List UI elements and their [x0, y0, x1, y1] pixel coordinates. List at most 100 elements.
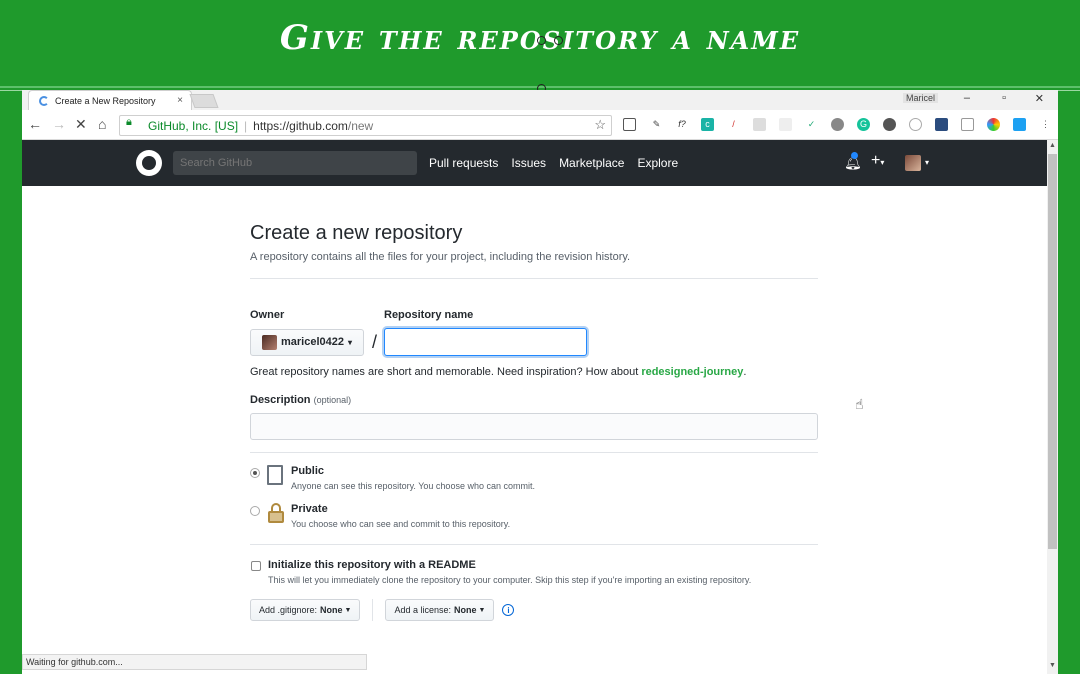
owner-avatar	[262, 334, 277, 350]
visibility-private-option[interactable]: Private You choose who can see and commi…	[250, 503, 818, 529]
info-icon[interactable]: i	[502, 604, 515, 616]
readme-description: This will let you immediately clone the …	[268, 575, 752, 585]
url-host: https://github.com	[253, 118, 348, 133]
create-new-button[interactable]: +▾	[871, 152, 884, 170]
license-value: None	[454, 605, 477, 615]
blank-extension-icon[interactable]	[779, 118, 792, 131]
book-extension-icon[interactable]	[935, 118, 948, 131]
checklist-extension-icon[interactable]: ✓	[805, 118, 818, 131]
stop-loading-icon[interactable]: ✕	[75, 116, 87, 133]
browser-toolbar: ← → ✕ ⌂ 🔒︎ GitHub, Inc. [US] | https://g…	[22, 110, 1058, 140]
nav-issues[interactable]: Issues	[511, 156, 546, 170]
nav-explore[interactable]: Explore	[637, 156, 678, 170]
pen-extension-icon[interactable]: /	[727, 118, 740, 131]
page-title: Create a new repository	[250, 222, 463, 244]
gitignore-dropdown[interactable]: Add .gitignore: None ▼	[250, 599, 361, 621]
maximize-button[interactable]: ▫	[1002, 92, 1006, 104]
description-input[interactable]	[250, 413, 818, 440]
forward-arrow-icon[interactable]: →	[52, 116, 66, 132]
loading-spinner-icon	[39, 95, 49, 106]
divider	[372, 599, 374, 621]
gear-extension-icon[interactable]	[753, 118, 766, 131]
github-logo-icon[interactable]	[136, 150, 162, 176]
divider	[250, 544, 818, 545]
page-subtitle: A repository contains all the files for …	[250, 251, 631, 263]
secure-lock-icon: 🔒︎	[126, 115, 132, 128]
owner-value: maricel0422	[281, 336, 344, 348]
tab-close-icon[interactable]: ×	[177, 95, 183, 106]
name-suggestion-hint: Great repository names are short and mem…	[250, 366, 818, 378]
public-radio[interactable]	[250, 468, 260, 478]
owner-dropdown[interactable]: maricel0422 ▾	[250, 328, 364, 356]
chevron-down-icon: ▾	[880, 158, 885, 167]
grammarly-icon[interactable]: G	[857, 118, 870, 131]
lock-icon	[267, 503, 285, 525]
tab-title: Create a New Repository	[55, 95, 156, 106]
visibility-public-option[interactable]: Public Anyone can see this repository. Y…	[250, 465, 818, 491]
browser-window: Create a New Repository × Maricel – ▫ ✕ …	[22, 90, 1058, 674]
search-input[interactable]	[173, 151, 417, 175]
cloud-extension-icon[interactable]	[1013, 118, 1026, 131]
omnibox-separator: |	[244, 118, 248, 133]
function-extension-icon[interactable]: f?	[674, 118, 690, 131]
unread-indicator	[851, 152, 858, 159]
description-label: Description (optional)	[250, 394, 818, 406]
back-arrow-icon[interactable]: ←	[28, 116, 42, 132]
repository-name-input[interactable]	[384, 328, 588, 356]
tab-strip: Create a New Repository × Maricel – ▫ ✕	[22, 90, 1058, 110]
optional-tag: (optional)	[313, 395, 352, 405]
document-extension-icon[interactable]	[961, 118, 974, 131]
readme-title: Initialize this repository with a README	[268, 559, 476, 571]
nav-marketplace[interactable]: Marketplace	[559, 156, 624, 170]
bookmark-star-icon[interactable]: ☆	[594, 117, 606, 133]
suggested-name-link[interactable]: redesigned-journey	[641, 366, 743, 378]
evernote-icon[interactable]	[883, 118, 896, 131]
banner-marker-icon	[537, 36, 546, 45]
divider	[250, 278, 818, 279]
window-profile-name[interactable]: Maricel	[902, 93, 938, 103]
scroll-up-icon[interactable]: ▲	[1049, 142, 1056, 149]
home-icon[interactable]: ⌂	[98, 116, 106, 132]
eyedropper-extension-icon[interactable]: ✎	[650, 118, 663, 131]
c-extension-icon[interactable]: c	[701, 118, 714, 131]
plus-icon: +	[871, 152, 881, 169]
new-repository-form: Create a new repository A repository con…	[250, 222, 818, 621]
screenshot-extension-icon[interactable]	[623, 118, 636, 131]
scroll-thumb[interactable]	[1048, 154, 1057, 549]
repository-name-label: Repository name	[384, 309, 474, 321]
license-dropdown[interactable]: Add a license: None ▼	[385, 599, 495, 621]
status-bar: Waiting for github.com...	[22, 654, 367, 670]
chevron-down-icon[interactable]: ▾	[925, 158, 929, 167]
gitignore-value: None	[320, 605, 343, 615]
banner-marker-icon	[554, 36, 563, 45]
window-close-button[interactable]: ✕	[1035, 92, 1044, 105]
browser-menu-icon[interactable]: ⋮	[1039, 118, 1052, 131]
avatar[interactable]	[905, 155, 921, 171]
circle-extension-icon[interactable]	[909, 118, 922, 131]
chevron-down-icon: ▼	[344, 606, 352, 614]
gitignore-label: Add .gitignore:	[259, 605, 318, 615]
nav-pull-requests[interactable]: Pull requests	[429, 156, 498, 170]
header-nav: Pull requests Issues Marketplace Explore	[429, 156, 678, 170]
readme-option[interactable]: Initialize this repository with a README…	[250, 559, 818, 585]
url-path: /new	[347, 118, 374, 133]
private-description: You choose who can see and commit to thi…	[291, 519, 511, 529]
github-header: Pull requests Issues Marketplace Explore…	[22, 140, 1047, 186]
private-title: Private	[291, 503, 328, 515]
readme-checkbox[interactable]	[251, 561, 261, 571]
page-scrollbar[interactable]: ▲ ▼	[1047, 140, 1058, 674]
browser-tab[interactable]: Create a New Repository ×	[28, 90, 192, 110]
scroll-down-icon[interactable]: ▼	[1049, 662, 1056, 669]
globe-extension-icon[interactable]	[831, 118, 844, 131]
divider	[250, 452, 818, 453]
color-picker-extension-icon[interactable]	[987, 118, 1000, 131]
license-label: Add a license:	[394, 605, 452, 615]
address-bar[interactable]: 🔒︎ GitHub, Inc. [US] | https://github.co…	[119, 115, 612, 136]
owner-repo-separator: /	[372, 331, 378, 352]
private-radio[interactable]	[250, 506, 260, 516]
hint-suffix: .	[743, 366, 747, 378]
public-description: Anyone can see this repository. You choo…	[291, 481, 535, 491]
site-identity: GitHub, Inc. [US]	[148, 118, 239, 133]
new-tab-button[interactable]	[189, 94, 219, 108]
minimize-button[interactable]: –	[964, 92, 970, 104]
